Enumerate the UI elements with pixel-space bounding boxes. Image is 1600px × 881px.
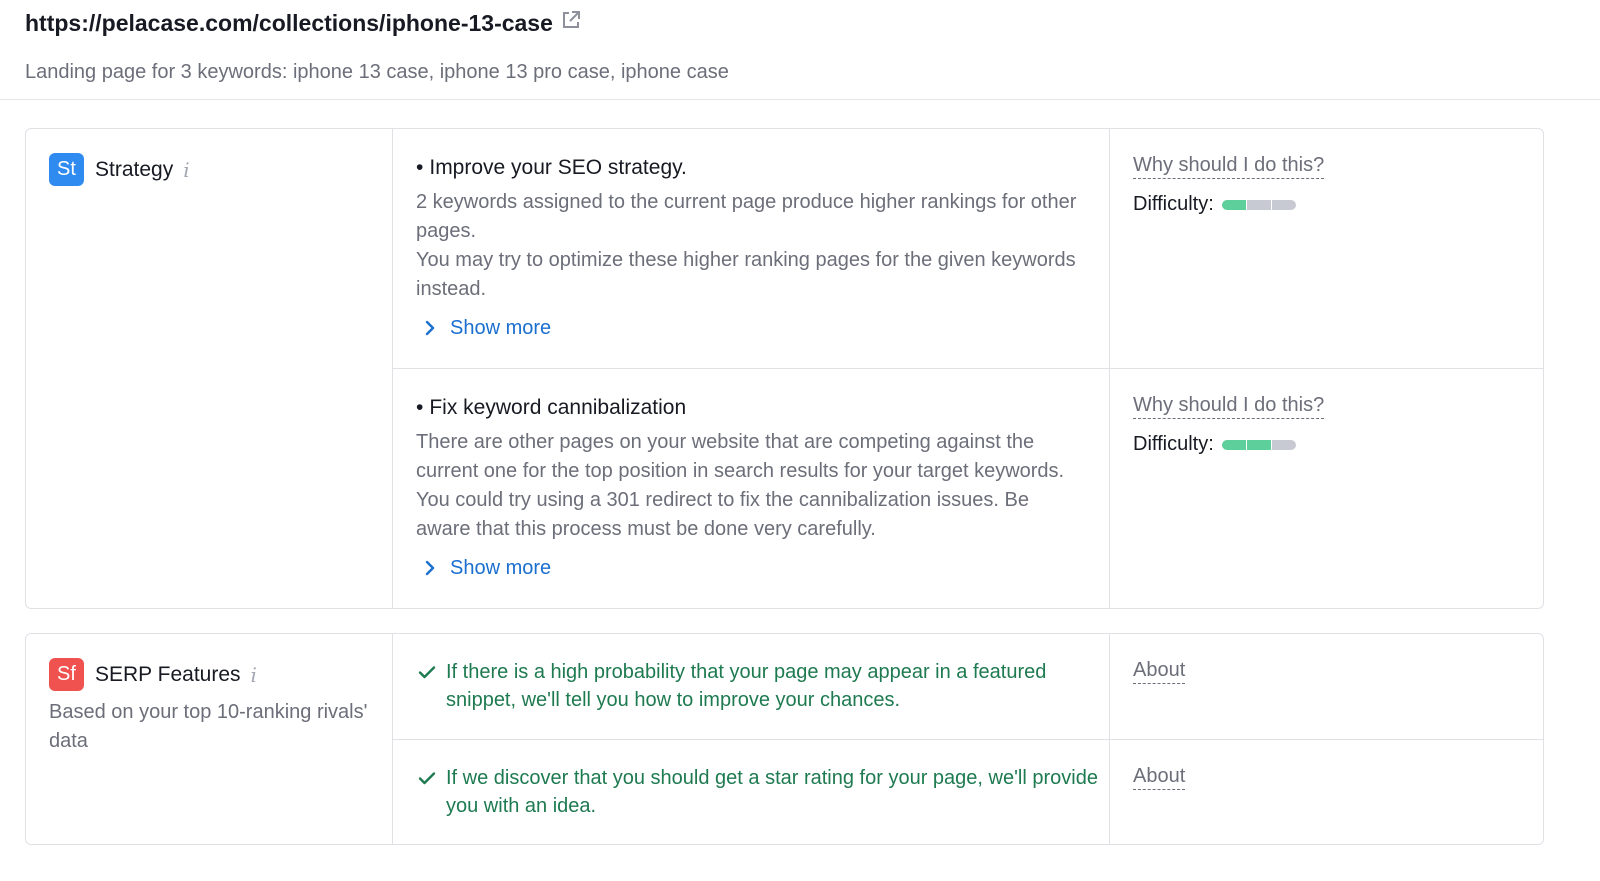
task-description: There are other pages on your website th… bbox=[416, 431, 1065, 540]
show-more-label: Show more bbox=[450, 556, 552, 579]
serp-sidebar: Sf SERP Features i Based on your top 10-… bbox=[26, 634, 393, 844]
serp-item-featured-snippet: If there is a high probability that your… bbox=[416, 658, 1106, 714]
difficulty-segment bbox=[1221, 199, 1246, 210]
serp-item-text: If there is a high probability that your… bbox=[446, 661, 1047, 711]
serp-side-1: About bbox=[1133, 659, 1186, 684]
serp-item-text: If we discover that you should get a sta… bbox=[446, 767, 1098, 817]
chevron-right-icon bbox=[425, 320, 435, 336]
difficulty-segment bbox=[1246, 439, 1271, 450]
difficulty-segment bbox=[1271, 199, 1296, 210]
serp-badge: Sf bbox=[49, 658, 84, 691]
task-improve-seo: • Improve your SEO strategy. 2 keywords a… bbox=[416, 156, 1086, 340]
serp-item-star-rating: If we discover that you should get a sta… bbox=[416, 764, 1106, 820]
page-url[interactable]: https://pelacase.com/collections/iphone-… bbox=[25, 10, 553, 37]
show-more-label: Show more bbox=[450, 316, 552, 339]
row-divider bbox=[392, 739, 1543, 740]
about-link[interactable]: About bbox=[1133, 765, 1186, 790]
difficulty-segment bbox=[1271, 439, 1296, 450]
external-link-icon[interactable] bbox=[560, 9, 582, 31]
checkmark-icon bbox=[418, 772, 436, 785]
checkmark-icon bbox=[418, 666, 436, 679]
bullet: • bbox=[416, 156, 424, 179]
about-link[interactable]: About bbox=[1133, 659, 1186, 684]
strategy-sidebar: St Strategy i bbox=[26, 129, 393, 608]
difficulty-segment bbox=[1221, 439, 1246, 450]
difficulty-label: Difficulty: bbox=[1133, 193, 1214, 215]
serp-title: SERP Features bbox=[95, 662, 241, 686]
info-icon[interactable]: i bbox=[251, 663, 257, 687]
show-more-button[interactable]: Show more bbox=[416, 556, 1086, 580]
page-header: https://pelacase.com/collections/iphone-… bbox=[0, 0, 1600, 100]
difficulty-indicator: Difficulty: bbox=[1133, 433, 1324, 456]
task-description-extra: You may try to optimize these higher ran… bbox=[416, 249, 1076, 300]
bullet: • bbox=[416, 396, 424, 419]
task-fix-cannibalization: • Fix keyword cannibalization There are o… bbox=[416, 396, 1086, 580]
difficulty-indicator: Difficulty: bbox=[1133, 193, 1324, 216]
serp-header: Sf SERP Features i bbox=[49, 658, 257, 691]
strategy-header: St Strategy i bbox=[49, 153, 190, 186]
row-divider bbox=[392, 368, 1543, 369]
serp-description: Based on your top 10-ranking rivals' dat… bbox=[49, 701, 368, 752]
task-description: 2 keywords assigned to the current page … bbox=[416, 191, 1077, 242]
url-row: https://pelacase.com/collections/iphone-… bbox=[25, 10, 582, 37]
task-title: Improve your SEO strategy. bbox=[429, 156, 687, 179]
chevron-right-icon bbox=[425, 560, 435, 576]
task-side-2: Why should I do this? Difficulty: bbox=[1133, 394, 1325, 456]
task-title: Fix keyword cannibalization bbox=[429, 396, 687, 419]
serp-side-2: About bbox=[1133, 765, 1186, 790]
strategy-title: Strategy bbox=[95, 157, 174, 181]
difficulty-bar bbox=[1221, 439, 1296, 450]
difficulty-segment bbox=[1246, 199, 1271, 210]
strategy-badge: St bbox=[49, 153, 84, 186]
show-more-button[interactable]: Show more bbox=[416, 316, 1086, 340]
task-side-1: Why should I do this? Difficulty: bbox=[1133, 154, 1325, 216]
info-icon[interactable]: i bbox=[183, 158, 189, 182]
why-link[interactable]: Why should I do this? bbox=[1133, 394, 1325, 419]
why-link[interactable]: Why should I do this? bbox=[1133, 154, 1325, 179]
page-subtitle: Landing page for 3 keywords: iphone 13 c… bbox=[25, 61, 729, 83]
difficulty-label: Difficulty: bbox=[1133, 433, 1214, 455]
difficulty-bar bbox=[1221, 199, 1296, 210]
